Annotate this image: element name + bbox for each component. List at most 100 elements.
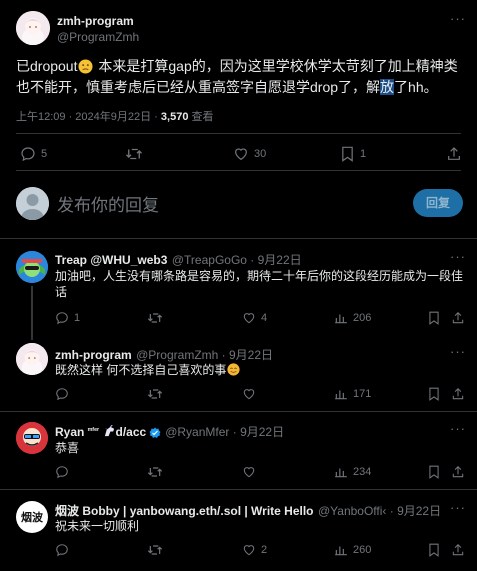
views-button[interactable]: 234 [334, 465, 371, 479]
retweet-button[interactable] [147, 543, 163, 557]
bookmark-icon [429, 543, 439, 557]
bookmark-button[interactable] [428, 543, 440, 557]
like-button[interactable] [242, 387, 256, 401]
more-options-icon[interactable]: ··· [450, 344, 466, 359]
thread-line [31, 286, 33, 340]
post-timestamp[interactable]: 上午12:09 · 2024年9月22日 · [16, 111, 161, 123]
share-button[interactable] [451, 543, 465, 557]
reply-button[interactable]: 5 [20, 146, 47, 162]
share-button[interactable] [451, 311, 465, 325]
heart-icon [243, 389, 255, 400]
reply-count: 5 [41, 148, 48, 160]
reply-header: Ryan ᵐᶠᵉʳ d/acc @RyanMfer · 9月22日 [55, 423, 284, 440]
share-icon [448, 147, 460, 160]
like-button[interactable]: 30 [233, 146, 266, 162]
like-button[interactable]: 2 [242, 543, 267, 557]
retweet-icon [147, 389, 163, 399]
retweet-button[interactable] [147, 465, 163, 479]
reply-submit-button[interactable]: 回复 [413, 189, 463, 217]
like-count: 2 [261, 544, 268, 556]
heart-icon [243, 313, 255, 324]
reply-text: 加油吧，人生没有哪条路是容易的，期待二十年后你的这段经历能成为一段佳话 [55, 269, 464, 299]
reply-header: Treap @WHU_web3 @TreapGoGo · 9月22日 [55, 251, 302, 269]
sad-face-emoji-icon [78, 59, 94, 74]
reply-icon [56, 388, 68, 401]
retweet-icon [147, 545, 163, 555]
analytics-icon [335, 390, 347, 400]
author-name[interactable]: zmh-program [57, 14, 134, 28]
share-icon [452, 544, 464, 556]
reply-button[interactable] [55, 543, 69, 557]
divider [16, 170, 461, 171]
reply-author-handle[interactable]: @RyanMfer · 9月22日 [165, 423, 284, 440]
reply-button[interactable] [55, 465, 69, 479]
analytics-icon [335, 468, 347, 478]
heart-icon [235, 148, 247, 161]
reply-avatar[interactable] [16, 343, 48, 375]
like-count: 30 [254, 148, 267, 160]
bookmark-count: 1 [360, 148, 367, 160]
reply-author-handle[interactable]: @YanboOffi‹ · 9月22日 [318, 504, 441, 518]
bookmark-button[interactable]: 1 [340, 146, 366, 162]
post-text: 已dropout 本来是打算gap的，因为这里学校休学太苛刻了加上精神类也不能开… [16, 58, 458, 95]
reply-author-handle[interactable]: @ProgramZmh · 9月22日 [136, 348, 273, 362]
retweet-button[interactable] [147, 311, 163, 325]
views-button[interactable]: 171 [334, 387, 371, 401]
bookmark-button[interactable] [428, 387, 440, 401]
like-button[interactable] [242, 465, 256, 479]
bookmark-button[interactable] [428, 311, 440, 325]
bookmark-icon [429, 387, 439, 401]
verified-badge-icon [149, 426, 161, 438]
share-button[interactable] [446, 146, 462, 162]
more-options-icon[interactable]: ··· [450, 500, 466, 515]
avatar-text: 烟波 [21, 511, 43, 524]
share-button[interactable] [451, 387, 465, 401]
reply-author-name[interactable]: zmh-program [55, 348, 132, 362]
divider [0, 489, 477, 490]
reply-author-name[interactable]: Ryan ᵐᶠᵉʳ d/acc [55, 424, 146, 439]
bookmark-icon [429, 465, 439, 479]
divider [0, 411, 477, 412]
retweet-button[interactable] [125, 146, 143, 162]
reply-icon [56, 544, 68, 557]
views-label: 查看 [188, 111, 214, 123]
retweet-button[interactable] [147, 387, 163, 401]
views-button[interactable]: 206 [334, 311, 371, 325]
reply-text: 既然这样 何不选择自己喜欢的事 [55, 362, 463, 378]
reply-author-handle[interactable]: @TreapGoGo · 9月22日 [172, 253, 302, 267]
reply-input[interactable]: 发布你的回复 [57, 191, 159, 216]
reply-avatar[interactable]: 烟波 [16, 501, 48, 533]
divider [0, 238, 477, 239]
like-count: 4 [261, 312, 268, 324]
highlighted-text: 放 [380, 79, 395, 95]
author-avatar[interactable] [16, 11, 50, 45]
reply-icon [56, 466, 68, 479]
reply-author-name[interactable]: 烟波 Bobby | yanbowang.eth/.sol | Write He… [55, 504, 314, 518]
reply-avatar[interactable] [16, 251, 48, 283]
reply-author-name[interactable]: Treap @WHU_web3 [55, 253, 167, 267]
bookmark-icon [342, 146, 353, 162]
reply-button[interactable]: 1 [55, 311, 80, 325]
more-options-icon[interactable]: ··· [450, 421, 466, 436]
smile-emoji-icon [227, 363, 240, 376]
views-count: 171 [353, 388, 372, 400]
divider [16, 133, 461, 134]
views-count: 234 [353, 466, 372, 478]
share-button[interactable] [451, 465, 465, 479]
views-button[interactable]: 260 [334, 543, 371, 557]
reply-text: 祝未来一切顺利 [55, 519, 140, 533]
views-count: 3,570 [160, 111, 189, 123]
more-options-icon[interactable]: ··· [450, 249, 466, 264]
views-count: 206 [353, 312, 372, 324]
more-options-icon[interactable]: ··· [450, 11, 466, 26]
reply-button[interactable] [55, 387, 69, 401]
bookmark-button[interactable] [428, 465, 440, 479]
like-button[interactable]: 4 [242, 311, 267, 325]
unicorn-emoji-icon [103, 424, 116, 437]
current-user-avatar[interactable] [16, 187, 49, 220]
reply-avatar[interactable] [16, 422, 48, 454]
author-handle[interactable]: @ProgramZmh [57, 30, 139, 44]
share-icon [452, 388, 464, 400]
reply-icon [21, 147, 35, 162]
heart-icon [243, 545, 255, 556]
